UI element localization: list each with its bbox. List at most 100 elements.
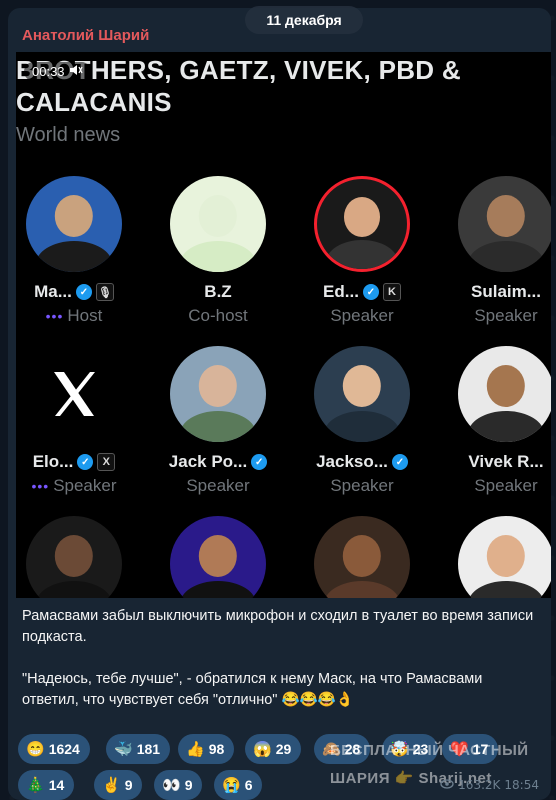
speaker-role: ••• Host	[16, 306, 146, 326]
reaction-button[interactable]: 😁 1624	[18, 734, 90, 764]
speaker-card[interactable]	[146, 516, 290, 598]
reaction-count: 9	[124, 777, 133, 793]
date-pill[interactable]: 11 декабря	[245, 6, 363, 34]
speaker-avatar[interactable]	[170, 516, 266, 598]
speaker-role: Speaker	[290, 306, 434, 326]
message-paragraph-1: Рамасвами забыл выключить микрофон и схо…	[22, 608, 534, 645]
speaker-card[interactable]: Elo... ✓ X ••• Speaker	[16, 346, 146, 496]
speaker-avatar[interactable]	[170, 346, 266, 442]
reaction-button[interactable]: 👀 9	[154, 770, 203, 800]
speaker-role-text: Speaker	[474, 306, 538, 325]
reaction-emoji: 🐳	[114, 741, 133, 758]
watermark-line1: БЕСПЛАТНЫЙ ЧАСТНЫЙ	[330, 742, 529, 759]
video-timer[interactable]: 00:33	[24, 62, 91, 81]
speaker-avatar[interactable]	[170, 176, 266, 272]
message-bubble[interactable]: Анатолий Шарий BROTHERS, GAETZ, VIVEK, P…	[8, 8, 551, 800]
reaction-count: 1624	[48, 741, 80, 757]
speaker-role-text: Speaker	[330, 306, 394, 325]
media-title-line1: BROTHERS, GAETZ, VIVEK, PBD &	[16, 55, 461, 85]
speaker-avatar[interactable]	[314, 176, 410, 272]
reaction-count: 181	[136, 741, 161, 757]
speaker-avatar[interactable]	[26, 516, 122, 598]
verified-check-icon: ✓	[391, 454, 408, 470]
speaker-card[interactable]: Jackso... ✓ Speaker	[290, 346, 434, 496]
speaker-role-text: Speaker	[330, 476, 394, 495]
speaker-name-text: Jack Po...	[168, 452, 248, 471]
speaking-dots-icon: •••	[31, 478, 50, 494]
views-icon	[440, 778, 454, 792]
speaker-name-text: Sulaim...	[471, 282, 541, 301]
speaker-avatar[interactable]	[458, 516, 551, 598]
message-text: Рамасвами забыл выключить микрофон и схо…	[22, 606, 537, 732]
media-video[interactable]: BROTHERS, GAETZ, VIVEK, PBD & CALACANIS …	[16, 52, 551, 598]
speaker-name: Jackso... ✓	[290, 452, 434, 472]
speaker-avatar[interactable]	[458, 346, 551, 442]
reaction-emoji: 👍	[186, 741, 205, 758]
reaction-button[interactable]: 🐳 181	[106, 734, 171, 764]
reaction-emoji: 🎄	[26, 777, 45, 794]
speaker-card[interactable]	[290, 516, 434, 598]
speaker-name: Elo... ✓ X	[16, 452, 146, 472]
sender-name[interactable]: Анатолий Шарий	[22, 27, 149, 44]
reaction-count: 14	[48, 777, 65, 793]
speaker-avatar[interactable]	[458, 176, 551, 272]
verified-check-icon: ✓	[75, 284, 92, 300]
speaking-dots-icon: •••	[45, 308, 64, 324]
speaker-card[interactable]	[16, 516, 146, 598]
speaker-avatar[interactable]	[26, 176, 122, 272]
reaction-emoji: ✌️	[102, 777, 121, 794]
speaker-role: Speaker	[434, 306, 551, 326]
speaker-role-text: Co-host	[188, 306, 248, 325]
speaker-name-text: Vivek R...	[468, 452, 544, 471]
reaction-button[interactable]: 😱 29	[245, 734, 302, 764]
speaker-grid: Ma... ✓ 🎙 ••• Host B.Z Co-host Ed... ✓ K Speaker Su…	[16, 176, 551, 598]
speaker-role: Speaker	[146, 476, 290, 496]
message-paragraph-2: "Надеюсь, тебе лучше", - обратился к нем…	[22, 671, 483, 708]
speaker-name: Jack Po... ✓	[146, 452, 290, 472]
speaker-avatar[interactable]	[314, 346, 410, 442]
speaker-role: Co-host	[146, 306, 290, 326]
reaction-button[interactable]: 🎄 14	[18, 770, 75, 800]
speaker-card[interactable]: B.Z Co-host	[146, 176, 290, 326]
speaker-name: B.Z	[146, 282, 290, 302]
speaker-card[interactable]: Ma... ✓ 🎙 ••• Host	[16, 176, 146, 326]
reaction-count: 98	[208, 741, 225, 757]
x-logo-icon	[54, 372, 95, 416]
speaker-avatar[interactable]	[26, 346, 122, 442]
speaker-card[interactable]: Jack Po... ✓ Speaker	[146, 346, 290, 496]
speaker-name-text: Ma...	[34, 282, 72, 301]
media-title: BROTHERS, GAETZ, VIVEK, PBD & CALACANIS	[16, 54, 516, 118]
reaction-emoji: 😁	[26, 741, 45, 758]
speaker-role-text: Speaker	[474, 476, 538, 495]
reaction-emoji: 😱	[253, 741, 272, 758]
speaker-card[interactable]	[434, 516, 551, 598]
affiliation-badge-icon: 🎙	[95, 283, 114, 301]
speaker-avatar[interactable]	[314, 516, 410, 598]
speaker-name: Ed... ✓ K	[290, 282, 434, 302]
affiliation-badge-icon: K	[382, 283, 401, 301]
speaker-name-text: Elo...	[32, 452, 74, 471]
speaker-role: Speaker	[434, 476, 551, 496]
reaction-button[interactable]: 😭 6	[214, 770, 263, 800]
speaker-card[interactable]: Sulaim... Speaker	[434, 176, 551, 326]
speaker-role: Speaker	[290, 476, 434, 496]
speaker-name: Sulaim...	[434, 282, 551, 302]
speaker-name-text: B.Z	[204, 282, 232, 301]
timer-text: 00:33	[32, 64, 65, 79]
speaker-role-text: Host	[67, 306, 103, 325]
speaker-card[interactable]: Ed... ✓ K Speaker	[290, 176, 434, 326]
mute-icon[interactable]	[69, 64, 83, 79]
reaction-emoji: 😭	[222, 777, 241, 794]
speaker-name-text: Jackso...	[316, 452, 388, 471]
speaker-name-text: Ed...	[323, 282, 359, 301]
speaker-role-text: Speaker	[53, 476, 117, 495]
verified-check-icon: ✓	[77, 454, 94, 470]
speaker-name: Ma... ✓ 🎙	[16, 282, 146, 302]
reaction-button[interactable]: 👍 98	[178, 734, 235, 764]
reaction-emoji: 👀	[162, 777, 181, 794]
verified-check-icon: ✓	[362, 284, 379, 300]
verified-check-icon: ✓	[251, 454, 268, 470]
reaction-button[interactable]: ✌️ 9	[94, 770, 143, 800]
reaction-count: 9	[184, 777, 193, 793]
speaker-card[interactable]: Vivek R... Speaker	[434, 346, 551, 496]
